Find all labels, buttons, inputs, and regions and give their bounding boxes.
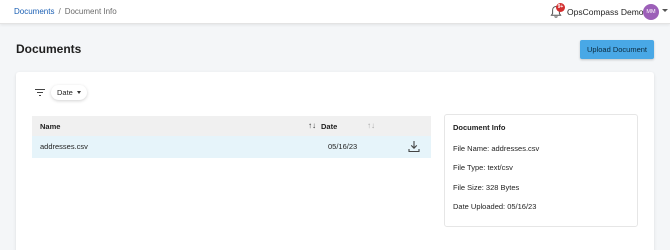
table-row[interactable]: addresses.csv 05/16/23 [32, 136, 431, 158]
document-info-panel: Document Info File Name: addresses.csv F… [444, 114, 638, 227]
info-title: Document Info [453, 123, 506, 132]
upload-document-button[interactable]: Upload Document [580, 40, 654, 59]
breadcrumb-current: Document Info [64, 7, 117, 16]
download-icon[interactable] [408, 140, 420, 153]
info-file-size: File Size: 328 Bytes [453, 183, 520, 192]
page-title: Documents [16, 42, 82, 56]
info-file-name: File Name: addresses.csv [453, 144, 540, 153]
row-date: 05/16/23 [328, 142, 358, 151]
column-header-name[interactable]: Name [40, 122, 60, 131]
org-name[interactable]: OpsCompass Demo [567, 7, 644, 17]
date-filter-label: Date [57, 88, 73, 97]
top-bar: Documents / Document Info 9+ OpsCompass … [0, 0, 670, 24]
row-file-name: addresses.csv [40, 142, 88, 151]
notification-badge: 9+ [556, 3, 565, 12]
breadcrumb-separator: / [58, 7, 61, 16]
caret-down-icon [76, 91, 81, 94]
chevron-down-icon[interactable] [662, 9, 668, 12]
info-date-uploaded: Date Uploaded: 05/16/23 [453, 202, 537, 211]
breadcrumb: Documents / Document Info [14, 7, 117, 16]
table-header: Name ↑↓ Date ↑↓ [32, 116, 431, 136]
info-file-type: File Type: text/csv [453, 163, 513, 172]
breadcrumb-documents-link[interactable]: Documents [14, 7, 54, 16]
sort-arrows-icon[interactable]: ↑↓ [367, 121, 375, 130]
column-header-date[interactable]: Date [321, 122, 337, 131]
documents-table: Name ↑↓ Date ↑↓ addresses.csv 05/16/23 [32, 116, 431, 158]
sort-arrows-icon[interactable]: ↑↓ [308, 121, 316, 130]
date-filter-select[interactable]: Date [51, 85, 87, 100]
filter-icon[interactable] [35, 89, 45, 96]
avatar[interactable]: MM [643, 4, 659, 20]
